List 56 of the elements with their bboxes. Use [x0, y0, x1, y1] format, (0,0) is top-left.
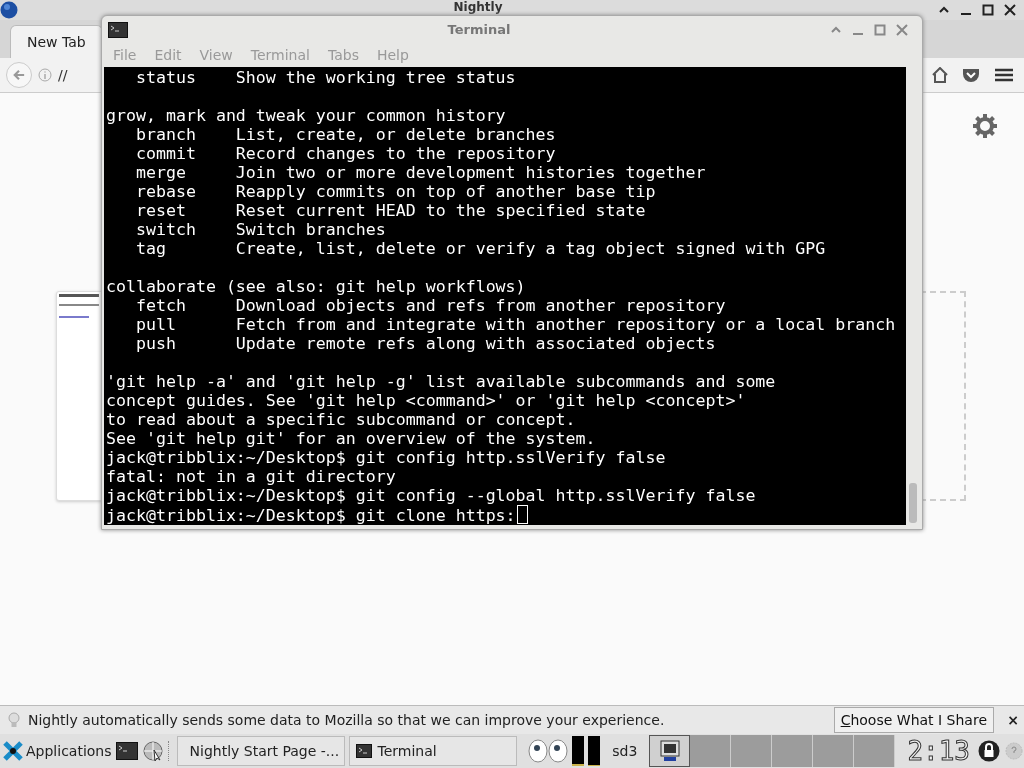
- terminal-icon: [355, 744, 372, 758]
- applications-menu[interactable]: Applications: [2, 740, 112, 762]
- terminal-line: fatal: not in a git directory: [106, 467, 397, 486]
- globe-icon: [0, 1, 18, 19]
- globe-icon[interactable]: [141, 740, 164, 762]
- notification-message: Nightly automatically sends some data to Mozilla so that we can improve your experience.: [28, 712, 666, 728]
- terminal-line: jack@tribblix:~/Desktop$ git config http.sslVerify false: [106, 448, 667, 467]
- terminal-line: status Show the working tree status: [134, 68, 517, 87]
- window-title: Terminal: [446, 22, 512, 38]
- taskbar-task[interactable]: Nightly Start Page -...: [176, 736, 345, 766]
- clock: 2:13: [907, 736, 970, 766]
- terminal-icon: [108, 21, 128, 38]
- lock-icon[interactable]: [978, 740, 1000, 762]
- home-icon[interactable]: [932, 67, 948, 83]
- terminal-line: rebase Reapply commits on top of another base tip: [134, 182, 657, 201]
- back-arrow-icon: [13, 68, 25, 82]
- terminal-line: collaborate (see also: git help workflows): [106, 277, 527, 296]
- close-icon[interactable]: [1004, 4, 1016, 16]
- terminal-line: merge Join two or more development histories together: [134, 163, 707, 182]
- terminal-line: 'git help -a' and 'git help -g' list available subcommands and some: [106, 372, 777, 391]
- window-title: Nightly: [452, 1, 504, 14]
- browser-tab[interactable]: New Tab: [10, 25, 103, 58]
- terminal-line: jack@tribblix:~/Desktop$ git clone https:: [106, 506, 516, 525]
- terminal-line: tag Create, list, delete or verify a tag object signed with GPG: [134, 239, 827, 258]
- terminal-line: reset Reset current HEAD to the specified state: [134, 201, 647, 220]
- terminal-line: concept guides. See 'git help <command>' or 'git help <concept>': [106, 391, 747, 410]
- terminal-line: branch List, create, or delete branches: [134, 125, 557, 144]
- terminal-icon: [115, 742, 138, 760]
- scrollbar[interactable]: [906, 67, 920, 525]
- terminal-line: commit Record changes to the repository: [134, 144, 557, 163]
- settings-icon[interactable]: [972, 113, 998, 139]
- terminal-line: See 'git help git' for an overview of the system.: [106, 429, 597, 448]
- terminal-line: push Update remote refs along with associated objects: [134, 334, 717, 353]
- back-button[interactable]: [6, 62, 32, 88]
- pocket-icon[interactable]: [962, 67, 980, 83]
- terminal-line: fetch Download objects and refs from another repository: [134, 296, 727, 315]
- choose-share-button[interactable]: Choose What I Share: [833, 707, 994, 733]
- close-button[interactable]: ×: [1002, 712, 1024, 728]
- load-meter: [588, 736, 601, 766]
- eyes-icon: [528, 739, 569, 763]
- maximize-icon[interactable]: [982, 4, 994, 16]
- workspace[interactable]: [649, 735, 691, 767]
- terminal-line: pull Fetch from and integrate with another repository or a local branch: [134, 315, 897, 334]
- terminal-line: jack@tribblix:~/Desktop$ git config --global http.sslVerify false: [106, 486, 757, 505]
- lightbulb-icon: [8, 712, 20, 728]
- terminal-line: switch Switch branches: [134, 220, 387, 239]
- info-icon: [38, 68, 52, 82]
- menu-icon[interactable]: [994, 67, 1014, 83]
- url-text[interactable]: //: [58, 67, 68, 83]
- taskbar-task[interactable]: Terminal: [348, 736, 517, 766]
- window-thumbnail-icon: [657, 740, 682, 762]
- hostname-label: sd3: [612, 743, 638, 759]
- x-logo-icon: [2, 740, 24, 762]
- terminal-line: grow, mark and tweak your common history: [106, 106, 507, 125]
- load-meter: [572, 736, 585, 766]
- terminal-line: to read about a specific subcommand or concept.: [106, 410, 577, 429]
